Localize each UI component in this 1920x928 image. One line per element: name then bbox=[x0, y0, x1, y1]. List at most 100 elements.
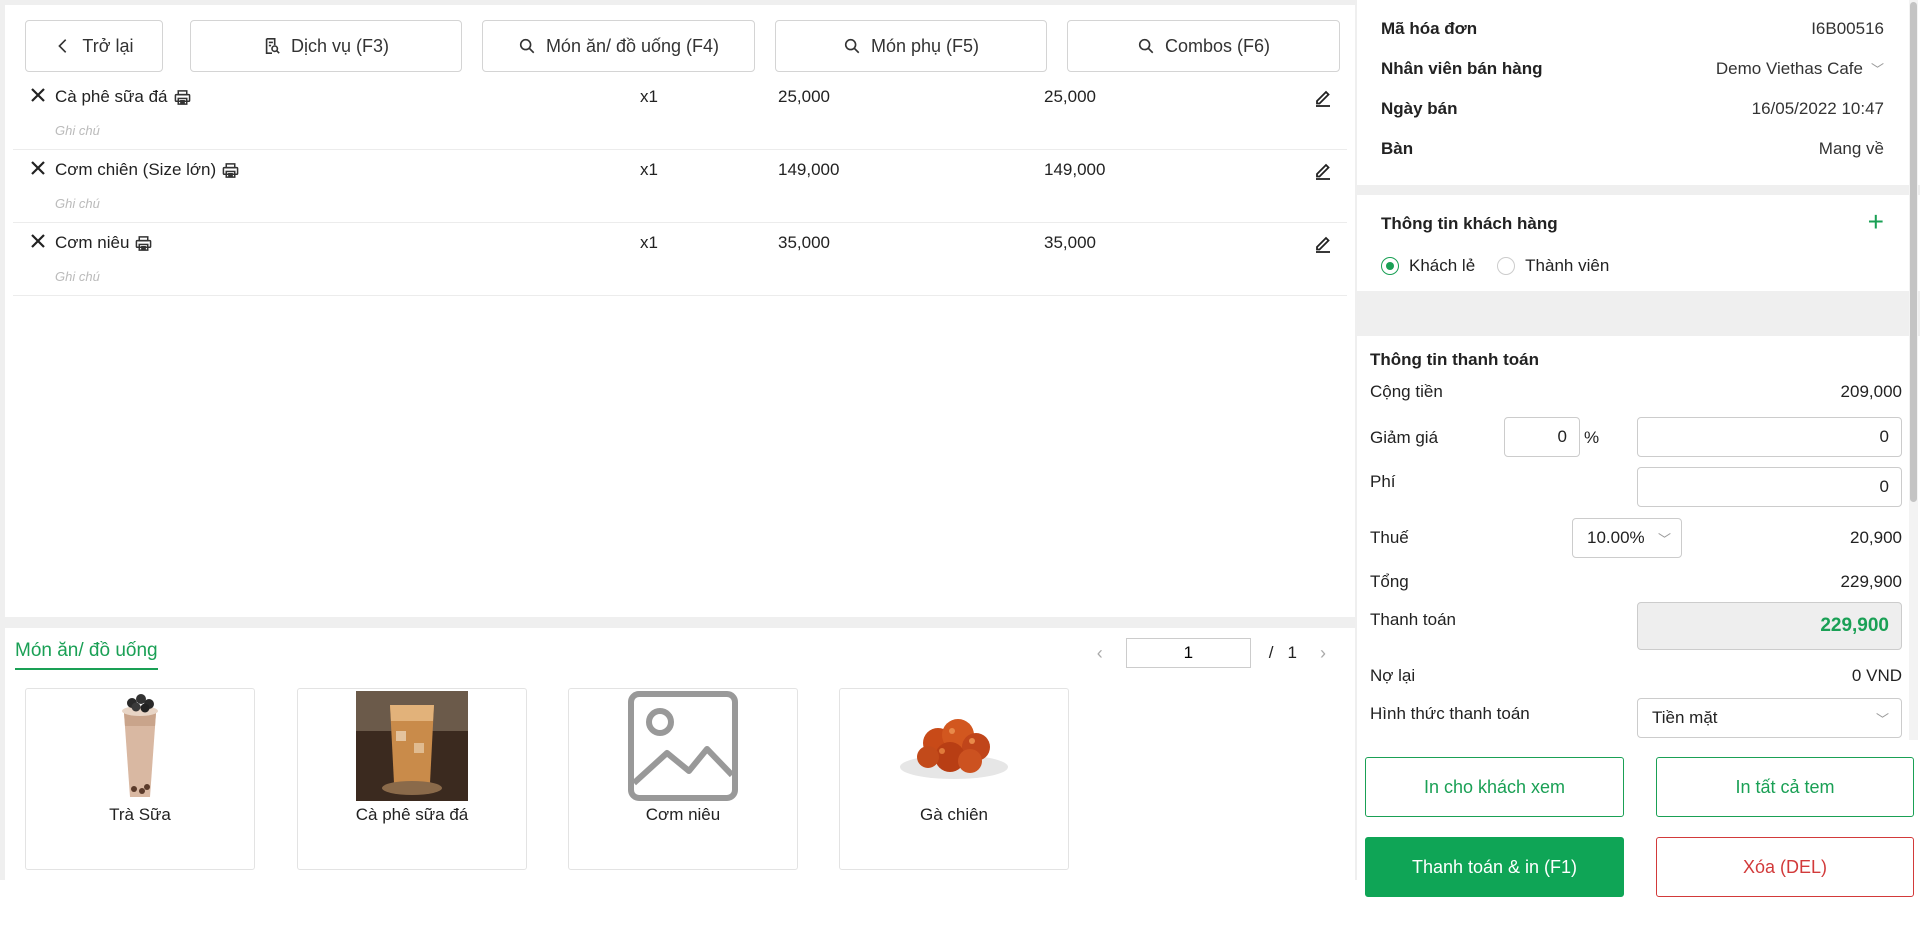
order-item-name-text: Cơm chiên (Size lớn) bbox=[55, 160, 217, 179]
bottom-blank-area bbox=[0, 880, 1362, 928]
pay-and-print-button[interactable]: Thanh toán & in (F1) bbox=[1365, 837, 1624, 897]
date-row: Ngày bán 16/05/2022 10:47 bbox=[1381, 95, 1884, 123]
radio-member[interactable]: Thành viên bbox=[1497, 256, 1609, 276]
order-item-row: Cà phê sữa đá Ghi chú x1 25,000 25,000 bbox=[13, 77, 1347, 150]
combos-button[interactable]: Combos (F6) bbox=[1067, 20, 1340, 72]
scrollbar-thumb[interactable] bbox=[1910, 2, 1917, 502]
delete-button[interactable]: Xóa (DEL) bbox=[1656, 837, 1914, 897]
radio-guest[interactable]: Khách lẻ bbox=[1381, 256, 1475, 276]
tab-dishes[interactable]: Món ăn/ đồ uống bbox=[15, 640, 158, 670]
remove-item-icon[interactable] bbox=[30, 160, 50, 180]
order-item-name: Cà phê sữa đá bbox=[55, 87, 191, 107]
product-card[interactable]: Gà chiên bbox=[839, 688, 1069, 870]
payment-method-select[interactable]: Tiền mặt ﹀ bbox=[1637, 698, 1902, 738]
payment-info: Thông tin thanh toán Cộng tiền 209,000 G… bbox=[1357, 336, 1902, 741]
total-label: Tổng bbox=[1370, 572, 1409, 591]
dishes-button[interactable]: Món ăn/ đồ uống (F4) bbox=[482, 20, 755, 72]
print-labels-button[interactable]: In tất cả tem bbox=[1656, 757, 1914, 817]
total-pages: 1 bbox=[1287, 643, 1297, 662]
table-label: Bàn bbox=[1381, 139, 1414, 158]
sides-label: Món phụ (F5) bbox=[870, 35, 980, 56]
chevron-down-icon: ﹀ bbox=[1875, 711, 1889, 727]
section-divider bbox=[1357, 291, 1920, 336]
receipt-search-icon bbox=[265, 37, 280, 55]
remove-item-icon[interactable] bbox=[30, 87, 50, 107]
print-preview-button[interactable]: In cho khách xem bbox=[1365, 757, 1624, 817]
fee-input[interactable]: 0 bbox=[1637, 467, 1902, 507]
printer-icon[interactable] bbox=[135, 235, 152, 252]
order-item-name-text: Cơm niêu bbox=[55, 233, 130, 252]
tax-label: Thuế bbox=[1370, 528, 1409, 547]
invoice-info: Mã hóa đơn I6B00516 Nhân viên bán hàng D… bbox=[1363, 5, 1902, 185]
sidebar-scrollbar[interactable] bbox=[1909, 0, 1918, 740]
product-card[interactable]: Trà Sữa bbox=[25, 688, 255, 870]
edit-pencil-icon[interactable] bbox=[1313, 160, 1335, 182]
back-button[interactable]: Trở lại bbox=[25, 20, 163, 72]
product-card[interactable]: Cơm niêu bbox=[568, 688, 798, 870]
edit-pencil-icon[interactable] bbox=[1313, 233, 1335, 255]
search-icon bbox=[1138, 38, 1154, 54]
chevron-down-icon: ﹀ bbox=[1870, 62, 1884, 77]
remove-item-icon[interactable] bbox=[30, 233, 50, 253]
image-placeholder-icon bbox=[628, 691, 738, 801]
product-name: Cà phê sữa đá bbox=[355, 805, 469, 824]
combos-label: Combos (F6) bbox=[1164, 35, 1271, 56]
percent-sign: % bbox=[1584, 428, 1600, 447]
page-input[interactable] bbox=[1125, 638, 1251, 668]
search-icon bbox=[844, 38, 860, 54]
order-item-total: 35,000 bbox=[1044, 233, 1096, 252]
discount-amount-input[interactable]: 0 bbox=[1637, 417, 1902, 457]
table-value[interactable]: Mang về bbox=[1819, 139, 1884, 159]
printer-icon[interactable] bbox=[222, 162, 239, 179]
pay-amount-input[interactable]: 229,900 bbox=[1637, 602, 1902, 650]
debt-value: 0 VND bbox=[1851, 666, 1902, 685]
date-label: Ngày bán bbox=[1381, 99, 1458, 118]
discount-percent-input[interactable]: 0 bbox=[1504, 417, 1580, 457]
add-customer-icon[interactable]: + bbox=[1868, 208, 1884, 236]
pay-label: Thanh toán bbox=[1370, 610, 1457, 629]
customer-type-radios: Khách lẻ Thành viên bbox=[1381, 256, 1609, 276]
staff-value: Demo Viethas Cafe bbox=[1715, 59, 1863, 78]
order-item-price: 35,000 bbox=[778, 233, 830, 252]
product-card[interactable]: Cà phê sữa đá bbox=[297, 688, 527, 870]
catalog-panel: Món ăn/ đồ uống ‹ / 1 › Trà Sữa bbox=[5, 628, 1355, 880]
edit-pencil-icon[interactable] bbox=[1313, 87, 1335, 109]
product-name: Trà Sữa bbox=[109, 805, 171, 824]
printer-icon[interactable] bbox=[174, 89, 191, 106]
next-page-icon[interactable]: › bbox=[1311, 643, 1335, 664]
customer-info: Thông tin khách hàng + Khách lẻ Thành vi… bbox=[1363, 196, 1902, 291]
services-button[interactable]: Dịch vụ (F3) bbox=[190, 20, 462, 72]
order-item-row: Cơm niêu Ghi chú x1 35,000 35,000 bbox=[13, 223, 1347, 296]
product-name: Cơm niêu bbox=[645, 805, 721, 824]
tax-amount: 20,900 bbox=[1850, 528, 1902, 547]
section-divider bbox=[1357, 185, 1920, 195]
search-icon bbox=[519, 38, 535, 54]
order-item-qty: x1 bbox=[640, 87, 658, 106]
debt-label: Nợ lại bbox=[1370, 666, 1416, 685]
order-items-list: Cà phê sữa đá Ghi chú x1 25,000 25,000 C… bbox=[13, 77, 1347, 296]
staff-select[interactable]: Demo Viethas Cafe ﹀ bbox=[1716, 59, 1884, 79]
product-name: Gà chiên bbox=[919, 805, 989, 824]
pagination: ‹ / 1 › bbox=[1088, 638, 1335, 668]
customer-title: Thông tin khách hàng bbox=[1381, 214, 1558, 233]
tax-rate-select[interactable]: 10.00% ﹀ bbox=[1572, 518, 1682, 558]
page-separator: / bbox=[1268, 643, 1274, 662]
iced-coffee-image bbox=[356, 691, 468, 801]
order-item-name-text: Cà phê sữa đá bbox=[55, 87, 168, 106]
payment-title: Thông tin thanh toán bbox=[1370, 350, 1540, 369]
order-item-note[interactable]: Ghi chú bbox=[55, 123, 100, 138]
dishes-label: Món ăn/ đồ uống (F4) bbox=[545, 35, 720, 56]
invoice-code-value: I6B00516 bbox=[1811, 19, 1884, 38]
order-item-note[interactable]: Ghi chú bbox=[55, 196, 100, 211]
sides-button[interactable]: Món phụ (F5) bbox=[775, 20, 1047, 72]
invoice-sidebar: Mã hóa đơn I6B00516 Nhân viên bán hàng D… bbox=[1357, 0, 1920, 928]
order-item-note[interactable]: Ghi chú bbox=[55, 269, 100, 284]
prev-page-icon[interactable]: ‹ bbox=[1088, 643, 1112, 664]
total-value: 229,900 bbox=[1840, 572, 1902, 591]
fried-chicken-image bbox=[900, 719, 1008, 779]
order-item-price: 25,000 bbox=[778, 87, 830, 106]
order-item-qty: x1 bbox=[640, 160, 658, 179]
order-item-total: 25,000 bbox=[1044, 87, 1096, 106]
payment-method-value: Tiền mặt bbox=[1652, 708, 1718, 727]
milk-tea-image bbox=[122, 694, 158, 797]
